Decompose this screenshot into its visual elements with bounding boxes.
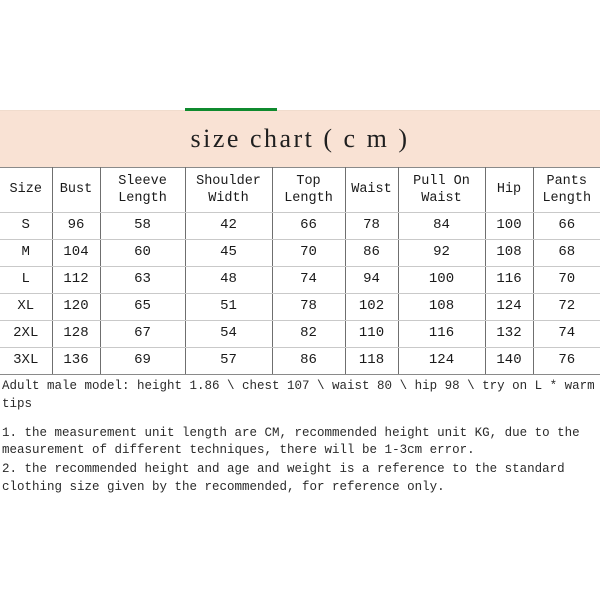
cell-hip: 116 (484, 266, 534, 294)
column-header-size: Size (0, 167, 53, 213)
cell-top-length: 66 (271, 212, 346, 240)
cell-shoulder-width: 48 (184, 266, 273, 294)
cell-shoulder-width: 51 (184, 293, 273, 321)
size-chart-page: size chart ( c m ) Size Bust Sleeve Leng… (0, 0, 600, 600)
table-row: L 112 63 48 74 94 100 116 70 (0, 266, 600, 294)
cell-hip: 140 (484, 347, 534, 375)
cell-size: L (0, 266, 53, 294)
column-header-waist: Waist (344, 167, 399, 213)
cell-bust: 96 (51, 212, 101, 240)
cell-sleeve-length: 67 (99, 320, 186, 348)
cell-waist: 86 (344, 239, 399, 267)
cell-sleeve-length: 69 (99, 347, 186, 375)
cell-waist: 102 (344, 293, 399, 321)
table-body: S 96 58 42 66 78 84 100 66 M 104 60 45 7… (0, 212, 600, 375)
cell-bust: 128 (51, 320, 101, 348)
cell-size: 3XL (0, 347, 53, 375)
column-header-shoulder-width: Shoulder Width (184, 167, 273, 213)
cell-sleeve-length: 65 (99, 293, 186, 321)
cell-top-length: 82 (271, 320, 346, 348)
cell-shoulder-width: 42 (184, 212, 273, 240)
cell-shoulder-width: 57 (184, 347, 273, 375)
cell-waist: 110 (344, 320, 399, 348)
cell-pull-on-waist: 84 (397, 212, 486, 240)
column-header-pull-on-waist: Pull On Waist (397, 167, 486, 213)
notes-section: Adult male model: height 1.86 \ chest 10… (0, 375, 600, 497)
cell-top-length: 86 (271, 347, 346, 375)
cell-waist: 94 (344, 266, 399, 294)
cell-sleeve-length: 60 (99, 239, 186, 267)
model-reference-note: Adult male model: height 1.86 \ chest 10… (2, 379, 595, 411)
cell-hip: 108 (484, 239, 534, 267)
size-chart-table: Size Bust Sleeve Length Shoulder Width T… (0, 167, 600, 375)
table-row: M 104 60 45 70 86 92 108 68 (0, 239, 600, 267)
table-row: S 96 58 42 66 78 84 100 66 (0, 212, 600, 240)
cell-size: XL (0, 293, 53, 321)
cell-pants-length: 68 (532, 239, 600, 267)
cell-pull-on-waist: 124 (397, 347, 486, 375)
note-item-2: 2. the recommended height and age and we… (2, 462, 573, 494)
cell-bust: 136 (51, 347, 101, 375)
table-header: Size Bust Sleeve Length Shoulder Width T… (0, 167, 600, 213)
cell-bust: 112 (51, 266, 101, 294)
cell-hip: 100 (484, 212, 534, 240)
table-header-row: Size Bust Sleeve Length Shoulder Width T… (0, 167, 600, 213)
table-row: XL 120 65 51 78 102 108 124 72 (0, 293, 600, 321)
cell-size: S (0, 212, 53, 240)
column-header-sleeve-length: Sleeve Length (99, 167, 186, 213)
cell-pull-on-waist: 116 (397, 320, 486, 348)
cell-pull-on-waist: 108 (397, 293, 486, 321)
column-header-bust: Bust (51, 167, 101, 213)
column-header-pants-length: Pants Length (532, 167, 600, 213)
cell-waist: 118 (344, 347, 399, 375)
cell-pull-on-waist: 100 (397, 266, 486, 294)
page-title: size chart ( c m ) (190, 124, 410, 153)
cell-top-length: 70 (271, 239, 346, 267)
cell-size: 2XL (0, 320, 53, 348)
note-item-1: 1. the measurement unit length are CM, r… (2, 425, 588, 458)
cell-bust: 104 (51, 239, 101, 267)
cell-pull-on-waist: 92 (397, 239, 486, 267)
cell-top-length: 74 (271, 266, 346, 294)
title-banner: size chart ( c m ) (0, 110, 600, 167)
cell-shoulder-width: 54 (184, 320, 273, 348)
column-header-top-length: Top Length (271, 167, 346, 213)
cell-sleeve-length: 63 (99, 266, 186, 294)
table-row: 2XL 128 67 54 82 110 116 132 74 (0, 320, 600, 348)
cell-top-length: 78 (271, 293, 346, 321)
green-accent-rule (185, 108, 277, 111)
cell-shoulder-width: 45 (184, 239, 273, 267)
cell-pants-length: 74 (532, 320, 600, 348)
cell-waist: 78 (344, 212, 399, 240)
top-whitespace (0, 0, 600, 111)
cell-pants-length: 72 (532, 293, 600, 321)
column-header-hip: Hip (484, 167, 534, 213)
cell-sleeve-length: 58 (99, 212, 186, 240)
cell-pants-length: 66 (532, 212, 600, 240)
cell-hip: 124 (484, 293, 534, 321)
cell-hip: 132 (484, 320, 534, 348)
cell-size: M (0, 239, 53, 267)
cell-pants-length: 70 (532, 266, 600, 294)
cell-bust: 120 (51, 293, 101, 321)
table-row: 3XL 136 69 57 86 118 124 140 76 (0, 347, 600, 375)
cell-pants-length: 76 (532, 347, 600, 375)
